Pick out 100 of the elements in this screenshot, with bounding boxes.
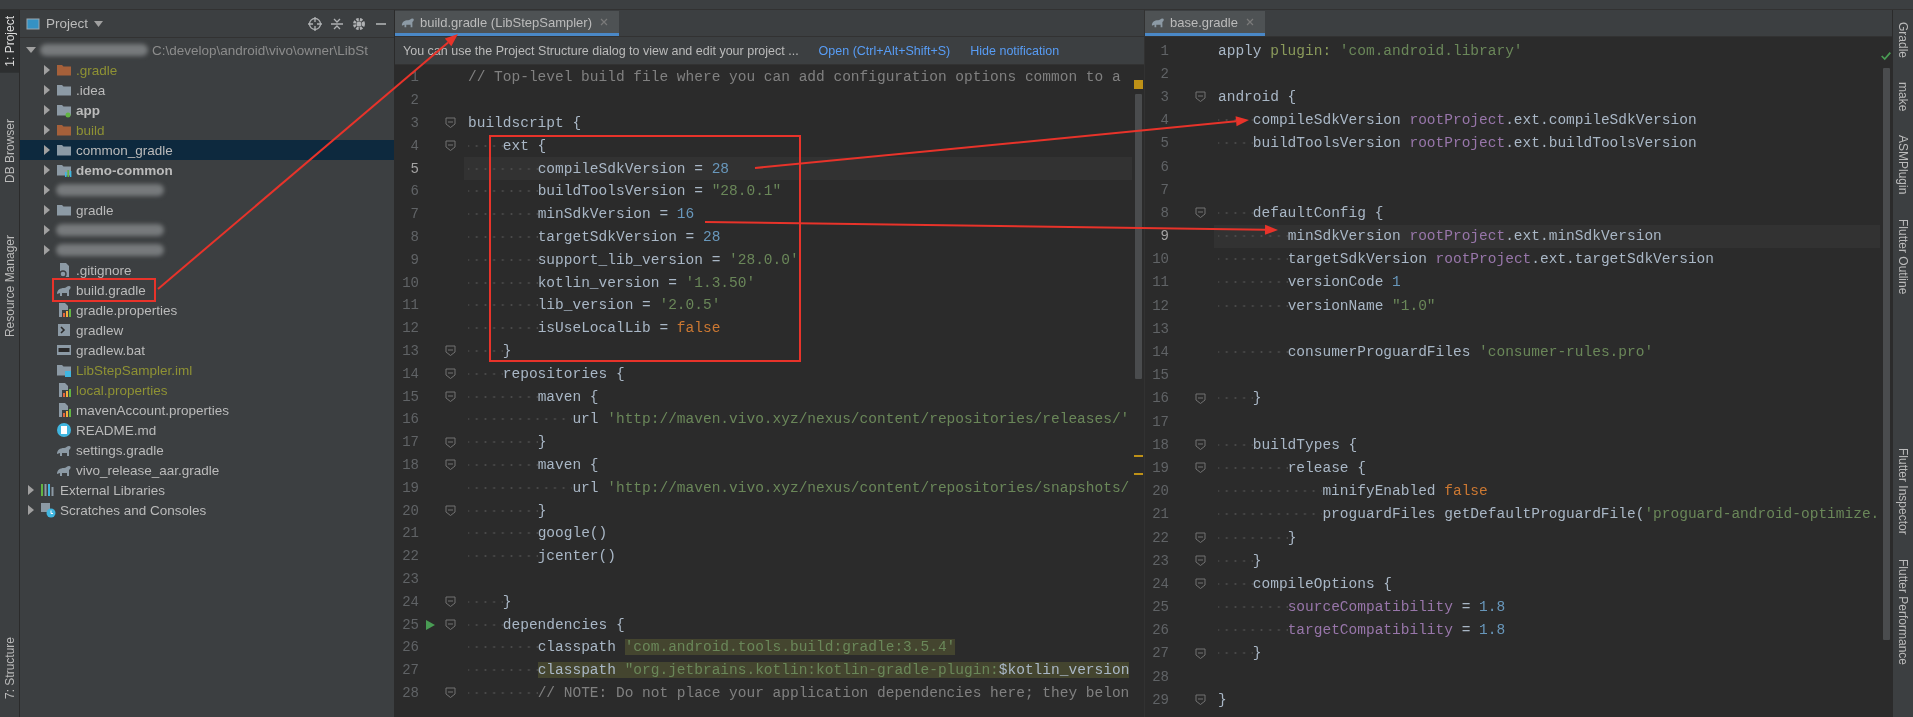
tree-item[interactable]: gradle bbox=[20, 200, 394, 220]
collapse-arrow-icon[interactable] bbox=[26, 485, 36, 495]
tree-item[interactable]: mavenAccount.properties bbox=[20, 400, 394, 420]
line-number: 20 bbox=[401, 502, 419, 519]
tree-item[interactable]: vivo_release_aar.gradle bbox=[20, 460, 394, 480]
code-line: targetSdkVersion rootProject.ext.targetSdkVersion bbox=[1214, 247, 1880, 271]
fold-marker-icon[interactable] bbox=[445, 345, 456, 357]
tree-item[interactable]: demo-common bbox=[20, 160, 394, 180]
folder-icon bbox=[56, 202, 72, 218]
tool-window-tab[interactable]: Gradle bbox=[1893, 16, 1913, 65]
expand-arrow-icon[interactable] bbox=[26, 45, 36, 55]
warning-marker[interactable] bbox=[1134, 80, 1143, 89]
collapse-arrow-icon[interactable] bbox=[42, 125, 52, 135]
tree-item[interactable]: build.gradle bbox=[20, 280, 394, 300]
line-number: 6 bbox=[1159, 158, 1169, 175]
tool-window-tab[interactable]: Flutter Outline bbox=[1893, 212, 1913, 301]
tree-item[interactable]: gradlew.bat bbox=[20, 340, 394, 360]
tree-item-label: local.properties bbox=[76, 382, 168, 398]
collapse-arrow-icon[interactable] bbox=[42, 145, 52, 155]
tool-window-tab[interactable]: 7: Structure bbox=[0, 630, 19, 705]
collapse-arrow-icon[interactable] bbox=[42, 205, 52, 215]
settings-icon[interactable] bbox=[352, 16, 366, 31]
collapse-arrow-icon[interactable] bbox=[42, 85, 52, 95]
fold-marker-icon[interactable] bbox=[445, 505, 456, 517]
tool-window-tab[interactable]: 1: Project bbox=[0, 10, 19, 73]
library-folder-icon bbox=[56, 162, 72, 178]
collapse-arrow-icon[interactable] bbox=[42, 65, 52, 75]
fold-marker-icon[interactable] bbox=[445, 596, 456, 608]
tree-item[interactable]: app bbox=[20, 100, 394, 120]
fold-marker-icon[interactable] bbox=[445, 391, 456, 403]
line-number: 6 bbox=[409, 183, 419, 200]
crosshair-icon[interactable] bbox=[308, 16, 322, 31]
collapse-arrow-icon[interactable] bbox=[26, 505, 36, 515]
line-number: 21 bbox=[1151, 506, 1169, 523]
fold-marker-icon[interactable] bbox=[1195, 555, 1206, 567]
tree-item[interactable]: README.md bbox=[20, 420, 394, 440]
fold-marker-icon[interactable] bbox=[1195, 462, 1206, 474]
fold-marker-icon[interactable] bbox=[445, 368, 456, 380]
tree-item[interactable]: gradle.properties bbox=[20, 300, 394, 320]
fold-marker-icon[interactable] bbox=[1195, 647, 1206, 659]
run-icon[interactable] bbox=[424, 618, 436, 631]
line-number: 5 bbox=[409, 160, 419, 177]
tool-window-tab[interactable]: make bbox=[1893, 76, 1913, 118]
collapse-arrow-icon[interactable] bbox=[42, 225, 52, 235]
scrollbar-thumb[interactable] bbox=[1883, 68, 1890, 640]
line-number: 12 bbox=[401, 320, 419, 337]
tool-window-tab[interactable]: Flutter Inspector bbox=[1893, 442, 1913, 541]
line-number: 14 bbox=[1151, 344, 1169, 361]
project-view-dropdown[interactable]: Project bbox=[26, 16, 104, 31]
fold-marker-icon[interactable] bbox=[1195, 91, 1206, 103]
fold-marker-icon[interactable] bbox=[1195, 694, 1206, 706]
line-number: 24 bbox=[401, 593, 419, 610]
collapse-all-icon[interactable] bbox=[330, 16, 344, 31]
tree-item[interactable]: External Libraries bbox=[20, 480, 394, 500]
fold-marker-icon[interactable] bbox=[445, 436, 456, 448]
tool-window-tab[interactable]: Resource Manager bbox=[0, 228, 19, 343]
code-line: } bbox=[464, 339, 1132, 363]
collapse-arrow-icon[interactable] bbox=[42, 185, 52, 195]
tool-window-tab[interactable]: ASMPlugin bbox=[1893, 129, 1913, 201]
fold-marker-icon[interactable] bbox=[1195, 578, 1206, 590]
tree-item[interactable]: .idea bbox=[20, 80, 394, 100]
fold-marker-icon[interactable] bbox=[445, 619, 456, 630]
tree-item[interactable]: .gradle bbox=[20, 60, 394, 80]
tree-item[interactable]: gradlew bbox=[20, 320, 394, 340]
markdown-file-icon bbox=[56, 422, 72, 438]
collapse-arrow-icon[interactable] bbox=[42, 165, 52, 175]
fold-marker-icon[interactable] bbox=[445, 117, 456, 129]
fold-marker-icon[interactable] bbox=[1195, 207, 1206, 219]
tree-item[interactable]: local.properties bbox=[20, 380, 394, 400]
line-number: 16 bbox=[401, 411, 419, 428]
fold-marker-icon[interactable] bbox=[1195, 392, 1206, 404]
fold-marker-icon[interactable] bbox=[445, 687, 456, 699]
fold-marker-icon[interactable] bbox=[445, 140, 456, 152]
tree-item-label: app bbox=[76, 102, 100, 118]
tree-item[interactable]: build bbox=[20, 120, 394, 140]
folder-icon bbox=[56, 62, 72, 78]
collapse-arrow-icon[interactable] bbox=[42, 245, 52, 255]
tree-item[interactable]: LibStepSampler.iml bbox=[20, 360, 394, 380]
line-number: 7 bbox=[1159, 181, 1169, 198]
collapse-arrow-icon[interactable] bbox=[42, 105, 52, 115]
editor-tab[interactable]: base.gradle bbox=[1145, 11, 1265, 36]
tree-item[interactable]: settings.gradle bbox=[20, 440, 394, 460]
code-line: maven { bbox=[464, 385, 1132, 408]
code-line: apply plugin: 'com.android.library' bbox=[1217, 41, 1524, 61]
line-number: 19 bbox=[401, 479, 419, 496]
scrollbar-thumb[interactable] bbox=[1135, 94, 1142, 379]
fold-marker-icon[interactable] bbox=[1195, 439, 1206, 451]
code-line: proguardFiles getDefaultProguardFile('proguard-android-optimize. bbox=[1214, 502, 1880, 526]
fold-marker-icon[interactable] bbox=[445, 459, 456, 471]
tree-item[interactable]: Scratches and Consoles bbox=[20, 500, 394, 520]
fold-marker-icon[interactable] bbox=[1195, 532, 1206, 544]
tree-item[interactable]: common_gradle bbox=[20, 140, 394, 160]
notification-link[interactable]: Hide notification bbox=[970, 43, 1060, 58]
tool-window-tab[interactable]: Flutter Performance bbox=[1893, 552, 1913, 671]
editor-tab[interactable]: build.gradle (LibStepSampler) bbox=[395, 11, 619, 36]
code-line: support_lib_version = '28.0.0' bbox=[464, 248, 1132, 272]
tree-item[interactable]: .gitignore bbox=[20, 260, 394, 280]
tree-item[interactable]: C:\develop\android\vivo\owner\LibSt bbox=[20, 40, 394, 60]
tool-window-tab[interactable]: DB Browser bbox=[0, 112, 19, 189]
notification-link[interactable]: Open (Ctrl+Alt+Shift+S) bbox=[818, 43, 951, 58]
